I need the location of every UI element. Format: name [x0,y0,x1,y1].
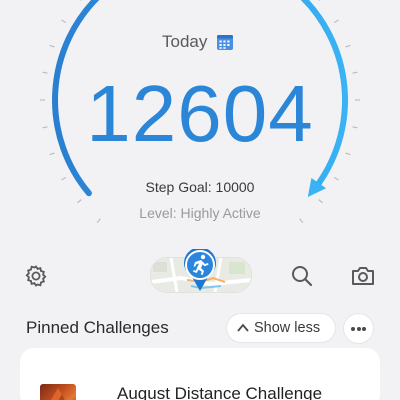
chevron-up-icon [237,323,249,332]
gauge-tick [49,44,55,48]
pinned-challenges-heading: Pinned Challenges [26,318,169,337]
show-less-button[interactable]: Show less [227,314,335,342]
calendar-icon[interactable] [216,33,234,51]
challenge-card[interactable]: August Distance Challenge [20,348,380,400]
challenge-title: August Distance Challenge [117,384,323,400]
activity-level: Level: Highly Active [139,205,261,221]
today-label: Today [162,32,208,51]
step-gauge [40,0,360,223]
search-icon[interactable] [290,264,314,288]
dashboard: Today 12604 Step Goal: 10000 Level: High… [0,0,400,400]
challenge-thumbnail [40,384,76,400]
show-less-label: Show less [254,320,321,336]
gauge-tick [77,199,82,204]
step-goal: Step Goal: 10000 [145,179,255,195]
challenge-badge-icon [51,388,65,400]
gauge-tick [333,19,339,24]
gauge-tick [345,44,351,48]
camera-icon[interactable] [350,264,376,288]
step-count[interactable]: 12604 [0,68,400,160]
running-person-icon[interactable] [181,249,219,293]
more-options-icon[interactable] [344,314,373,343]
gear-icon[interactable] [24,264,48,288]
gauge-tick [61,19,67,24]
gauge-tick [318,199,323,204]
